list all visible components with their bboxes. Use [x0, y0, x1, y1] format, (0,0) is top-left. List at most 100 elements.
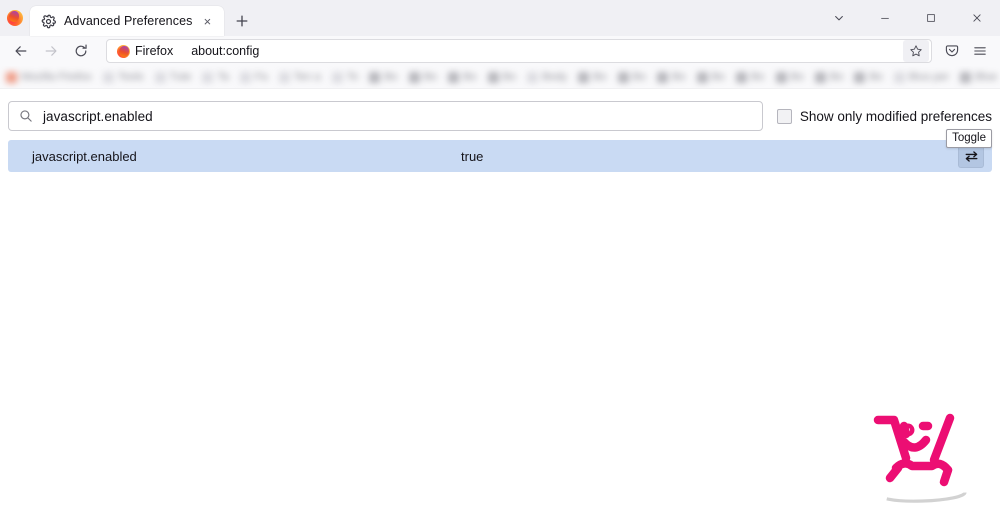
- about-config-page: javascript.enabled Show only modified pr…: [0, 89, 1000, 522]
- preference-value: true: [461, 148, 484, 164]
- bookmark-label: Bo: [751, 71, 765, 83]
- bookmark-favicon-icon: [102, 71, 114, 83]
- close-window-button[interactable]: [954, 0, 1000, 36]
- bookmark-label: Bius per: [908, 71, 950, 83]
- new-tab-button[interactable]: [228, 6, 256, 36]
- bookmark-favicon-icon: [154, 71, 166, 83]
- toggle-tooltip: Toggle: [946, 129, 992, 149]
- bookmark-item[interactable]: Bo: [696, 71, 726, 83]
- identity-chip[interactable]: Firefox: [111, 41, 182, 61]
- bookmark-favicon-icon: [617, 71, 629, 83]
- bookmark-item[interactable]: Bo: [775, 71, 804, 83]
- bookmark-item[interactable]: Bo: [578, 71, 607, 83]
- url-text: about:config: [191, 44, 260, 58]
- browser-tab-advanced-preferences[interactable]: Advanced Preferences ×: [30, 6, 225, 36]
- bookmark-favicon-icon: [278, 71, 290, 83]
- bookmark-label: Bo: [593, 71, 607, 83]
- bookmark-favicon-icon: [893, 71, 905, 83]
- filter-row: javascript.enabled Show only modified pr…: [8, 101, 992, 131]
- bookmark-item[interactable]: Tute: [154, 71, 192, 83]
- bookmark-label: Tute: [169, 71, 192, 83]
- bookmark-favicon-icon: [960, 71, 972, 83]
- bookmark-label: Bo: [790, 71, 804, 83]
- bookmark-label: Bo: [869, 71, 883, 83]
- close-icon[interactable]: ×: [198, 12, 216, 30]
- bookmark-item[interactable]: Bo: [617, 71, 647, 83]
- maximize-button[interactable]: [908, 0, 954, 36]
- bookmark-item[interactable]: Bo: [736, 71, 765, 83]
- bookmark-label: Bo: [711, 71, 726, 83]
- title-tab-bar: Advanced Preferences ×: [0, 0, 1000, 36]
- bookmark-favicon-icon: [408, 71, 420, 83]
- minimize-button[interactable]: [862, 0, 908, 36]
- bookmark-item[interactable]: Bius per: [893, 71, 950, 83]
- bookmark-item[interactable]: Body: [527, 71, 567, 83]
- bookmark-label: Fa: [254, 71, 268, 83]
- bookmark-favicon-icon: [487, 71, 499, 83]
- bookmark-label: Blue: [975, 71, 998, 83]
- address-bar[interactable]: Firefox about:config: [106, 39, 932, 63]
- app-logo: [0, 0, 30, 36]
- bookmark-label: Mozilla Firefox: [21, 71, 92, 83]
- bookmark-item[interactable]: Tools: [102, 71, 144, 83]
- bookmark-favicon-icon: [331, 71, 343, 83]
- bookmark-favicon-icon: [202, 71, 214, 83]
- bookmark-label: Bo: [384, 71, 398, 83]
- show-modified-label: Show only modified preferences: [799, 108, 992, 124]
- bookmark-favicon-icon: [736, 71, 748, 83]
- forward-button: [36, 38, 66, 64]
- search-preference-input[interactable]: javascript.enabled: [8, 101, 763, 131]
- dancing-figure-logo-watermark: [868, 406, 978, 506]
- search-icon: [19, 109, 33, 123]
- bookmark-item[interactable]: Bo: [854, 71, 883, 83]
- bookmark-favicon-icon: [6, 71, 17, 83]
- bookmark-item[interactable]: Mozilla Firefox: [6, 71, 92, 83]
- bookmark-label: Bo: [463, 71, 477, 83]
- bookmark-label: Body: [542, 71, 568, 83]
- bookmark-item[interactable]: Bo: [369, 71, 398, 83]
- table-row[interactable]: javascript.enabled true: [8, 140, 992, 172]
- bookmark-favicon-icon: [527, 71, 539, 83]
- show-modified-preferences-control[interactable]: Show only modified preferences: [776, 108, 992, 124]
- window-controls: [816, 0, 1000, 36]
- bookmark-label: Bo: [423, 71, 438, 83]
- bookmark-item[interactable]: Bo: [448, 71, 477, 83]
- bookmark-label: Bo: [502, 71, 517, 83]
- bookmark-label: Ten a: [293, 71, 321, 83]
- bookmark-item[interactable]: Ta: [202, 71, 229, 83]
- bookmarks-toolbar[interactable]: Mozilla Firefox Tools Tute Ta Fa Ten a To Bo Bo B…: [0, 66, 1000, 89]
- bookmark-favicon-icon: [775, 71, 787, 83]
- bookmark-favicon-icon: [854, 71, 866, 83]
- bookmark-label: To: [346, 71, 359, 83]
- hamburger-menu-icon[interactable]: [966, 38, 994, 64]
- bookmark-label: Bo: [672, 71, 686, 83]
- tab-title: Advanced Preferences: [64, 14, 193, 28]
- bookmark-favicon-icon: [448, 71, 460, 83]
- bookmark-item[interactable]: Blue: [960, 71, 997, 83]
- reload-button[interactable]: [66, 38, 96, 64]
- bookmark-favicon-icon: [578, 71, 590, 83]
- bookmark-favicon-icon: [657, 71, 669, 83]
- bookmark-item[interactable]: Bo: [657, 71, 686, 83]
- bookmark-item[interactable]: Bo: [487, 71, 517, 83]
- bookmark-favicon-icon: [239, 71, 251, 83]
- firefox-logo-icon: [117, 44, 130, 58]
- bookmark-item[interactable]: Bo: [408, 71, 438, 83]
- bookmark-item[interactable]: To: [331, 71, 359, 83]
- show-modified-checkbox[interactable]: [776, 108, 792, 124]
- navigation-toolbar: Firefox about:config: [0, 36, 1000, 66]
- bookmark-item[interactable]: Bo: [814, 71, 843, 83]
- bookmark-item[interactable]: Ten a: [278, 71, 321, 83]
- preference-list: javascript.enabled true Toggle: [8, 129, 992, 172]
- bookmark-item[interactable]: Fa: [239, 71, 268, 83]
- pocket-icon[interactable]: [938, 38, 966, 64]
- search-input-value: javascript.enabled: [43, 108, 153, 124]
- bookmark-favicon-icon: [696, 71, 708, 83]
- back-button[interactable]: [6, 38, 36, 64]
- tab-list-dropdown-button[interactable]: [816, 0, 862, 36]
- bookmark-label: Bo: [632, 71, 647, 83]
- bookmark-label: Tools: [117, 71, 144, 83]
- firefox-logo-icon: [7, 10, 23, 26]
- gear-icon: [40, 13, 56, 29]
- star-icon[interactable]: [903, 40, 929, 62]
